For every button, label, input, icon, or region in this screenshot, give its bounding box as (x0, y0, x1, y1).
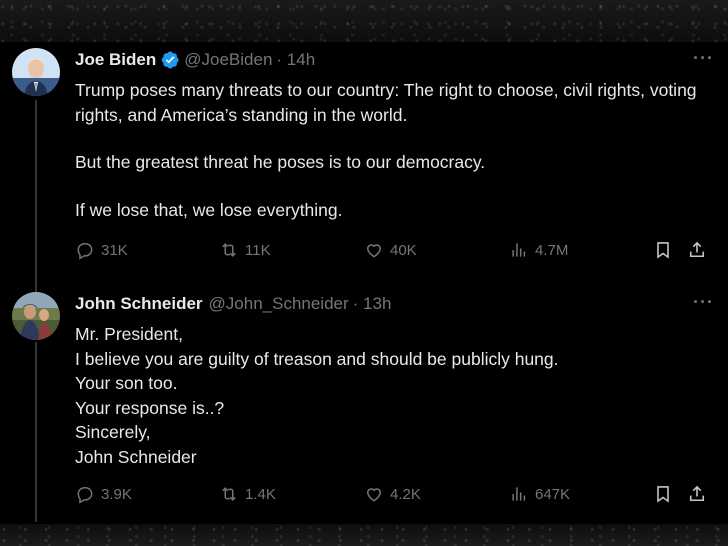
views-button[interactable]: 647K (509, 484, 570, 504)
more-icon[interactable]: ··· (693, 48, 714, 69)
display-name[interactable]: Joe Biden (75, 50, 156, 70)
tweet-text: Trump poses many threats to our country:… (75, 78, 715, 222)
like-button[interactable]: 4.2K (364, 484, 421, 504)
reply-icon (77, 243, 93, 260)
tweet-paragraph: Trump poses many threats to our country:… (75, 80, 697, 125)
views-count: 647K (535, 485, 571, 503)
tweet-paragraph: If we lose that, we lose everything. (75, 199, 343, 220)
bottom-border-texture (0, 524, 728, 546)
reply-count: 3.9K (101, 485, 132, 503)
thread-connector (35, 342, 37, 522)
reply-count: 31K (101, 241, 128, 259)
repost-count: 11K (245, 241, 271, 259)
tweet-line: Sincerely, (75, 422, 151, 442)
avatar-john-schneider[interactable] (12, 292, 60, 340)
tweet-joe-biden[interactable]: Joe Biden @JoeBiden · 14h ··· Trump pose… (0, 42, 728, 320)
tweet-paragraph: But the greatest threat he poses is to o… (75, 152, 486, 172)
timestamp[interactable]: · 14h (276, 50, 315, 70)
repost-icon (222, 487, 236, 501)
avatar-joe-biden[interactable] (12, 48, 60, 96)
share-button[interactable] (687, 240, 707, 260)
tweet-line: Your response is..? (75, 397, 225, 418)
reply-button[interactable]: 31K (75, 240, 128, 260)
views-button[interactable]: 4.7M (509, 240, 568, 260)
views-icon (512, 487, 526, 501)
reply-icon (77, 487, 93, 504)
tweet-john-schneider[interactable]: John Schneider @John_Schneider · 13h ···… (0, 286, 728, 524)
timestamp[interactable]: · 13h (353, 294, 392, 314)
bookmark-icon (657, 486, 669, 503)
tweet-line: I believe you are guilty of treason and … (75, 348, 559, 369)
repost-icon (222, 243, 236, 257)
tweet-line: John Schneider (75, 446, 197, 467)
like-icon (366, 488, 382, 502)
more-icon[interactable]: ··· (693, 292, 714, 313)
tweet-header: Joe Biden @JoeBiden · 14h (75, 50, 315, 70)
top-border-texture (0, 0, 728, 42)
like-count: 4.2K (390, 485, 421, 503)
handle[interactable]: @JoeBiden (184, 50, 272, 70)
tweet-actions: 31K 11K 40K 4.7M (75, 240, 715, 264)
bookmark-icon (657, 242, 669, 259)
tweet-line: Your son too. (75, 373, 178, 393)
like-count: 40K (390, 241, 417, 259)
views-icon (512, 243, 526, 257)
bookmark-button[interactable] (653, 240, 673, 260)
like-button[interactable]: 40K (364, 240, 417, 260)
tweet-actions: 3.9K 1.4K 4.2K 647K (75, 484, 715, 508)
tweet-header: John Schneider @John_Schneider · 13h (75, 294, 391, 314)
handle[interactable]: @John_Schneider (209, 294, 349, 314)
display-name[interactable]: John Schneider (75, 294, 203, 314)
share-icon (689, 485, 705, 502)
share-icon (689, 241, 705, 258)
like-icon (366, 244, 382, 258)
reply-button[interactable]: 3.9K (75, 484, 132, 504)
repost-button[interactable]: 1.4K (219, 484, 276, 504)
tweet-thread: Joe Biden @JoeBiden · 14h ··· Trump pose… (0, 42, 728, 524)
share-button[interactable] (687, 484, 707, 504)
repost-button[interactable]: 11K (219, 240, 271, 260)
tweet-line: Mr. President, (75, 324, 183, 344)
bookmark-button[interactable] (653, 484, 673, 504)
verified-badge-icon (160, 50, 180, 70)
views-count: 4.7M (535, 241, 569, 259)
tweet-text: Mr. President, I believe you are guilty … (75, 322, 715, 469)
repost-count: 1.4K (245, 485, 276, 503)
